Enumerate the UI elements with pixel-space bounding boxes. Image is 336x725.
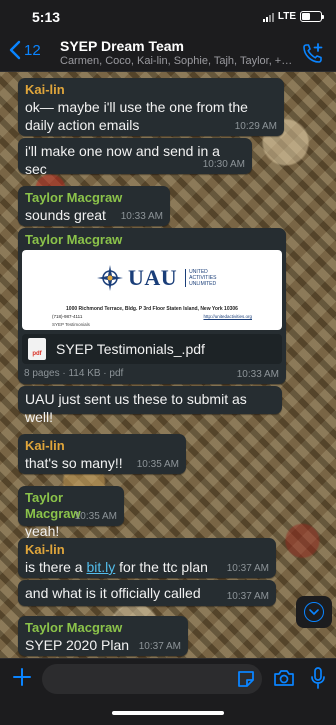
signal-icon	[262, 12, 274, 22]
chat-info[interactable]: SYEP Dream Team Carmen, Coco, Kai-lin, S…	[60, 38, 294, 67]
message-sender: Kai-lin	[25, 438, 65, 453]
message-time: 10:35 AM	[136, 459, 179, 470]
message-bubble[interactable]: Kai-lin that's so many!! 10:35 AM	[18, 434, 186, 474]
uau-logo: UAU UNITED ACTIVITIES UNLIMITED	[96, 264, 216, 292]
document-meta: 8 pages · 114 KB · pdf	[24, 368, 124, 379]
message-sender: Kai-lin	[25, 82, 65, 97]
message-time: 10:33 AM	[120, 211, 163, 222]
status-time: 5:13	[32, 9, 61, 25]
document-preview[interactable]: UAU UNITED ACTIVITIES UNLIMITED 1000 Ric…	[22, 250, 282, 330]
scroll-to-bottom-button[interactable]	[296, 596, 332, 628]
document-caption: SYEP Testimonials	[52, 322, 90, 327]
message-bubble[interactable]: Taylor Macgraw SYEP 2020 Plan 10:37 AM	[18, 616, 188, 656]
back-button[interactable]: 12	[8, 40, 41, 60]
message-time: 10:30 AM	[202, 159, 245, 170]
status-indicators: LTE	[262, 11, 324, 22]
message-time: 10:29 AM	[234, 121, 277, 132]
message-sender: Taylor Macgraw	[25, 232, 123, 247]
message-time: 10:37 AM	[226, 591, 269, 602]
document-contact: (718)-987-4111 http://unitedactivities.o…	[52, 314, 252, 319]
document-address: 1000 Richmond Terrace, Bldg. P 3rd Floor…	[66, 306, 238, 312]
network-label: LTE	[277, 11, 296, 22]
message-bubble[interactable]: Kai-lin ok— maybe i'll use the one from …	[18, 78, 284, 136]
status-bar: 5:13 LTE	[0, 0, 336, 34]
message-time: 10:33 AM	[236, 369, 279, 380]
unread-count: 12	[24, 41, 41, 59]
plus-icon[interactable]	[12, 667, 32, 687]
chat-background: Kai-lin ok— maybe i'll use the one from …	[0, 72, 336, 658]
message-bubble[interactable]: Kai-lin is there a bit.ly for the ttc pl…	[18, 538, 276, 578]
chevron-left-icon	[9, 40, 21, 60]
sticker-icon[interactable]	[236, 669, 256, 689]
message-time: 10:35 AM	[74, 511, 117, 522]
chat-header: 12 SYEP Dream Team Carmen, Coco, Kai-lin…	[0, 34, 336, 72]
microphone-icon[interactable]	[310, 666, 326, 690]
home-indicator	[112, 711, 224, 715]
bitly-link[interactable]: bit.ly	[86, 559, 115, 575]
message-text: ok— maybe i'll use the one from the dail…	[25, 99, 248, 133]
message-text: UAU just sent us these to submit as well…	[25, 391, 247, 425]
message-sender: Taylor Macgraw	[25, 190, 123, 205]
message-bubble[interactable]: i'll make one now and send in a sec 10:3…	[18, 138, 252, 177]
document-file-row[interactable]: pdf SYEP Testimonials_.pdf	[22, 334, 282, 364]
chat-participants: Carmen, Coco, Kai-lin, Sophie, Tajh, Tay…	[60, 55, 294, 67]
chat-title: SYEP Dream Team	[60, 38, 184, 54]
message-bubble[interactable]: Taylor Macgraw sounds great 10:33 AM	[18, 186, 170, 226]
phone-plus-icon[interactable]	[302, 42, 324, 64]
battery-icon	[300, 11, 324, 22]
document-name: SYEP Testimonials_.pdf	[56, 341, 205, 357]
message-sender: Taylor Macgraw	[25, 620, 123, 635]
document-message[interactable]: Taylor Macgraw UAU UNITED ACTIVITIES UNL…	[18, 228, 286, 384]
message-time: 10:37 AM	[226, 563, 269, 574]
pdf-icon: pdf	[28, 338, 46, 360]
message-time: 10:37 AM	[138, 641, 181, 652]
message-sender: Kai-lin	[25, 542, 65, 557]
chevron-down-icon	[304, 602, 324, 622]
message-bubble[interactable]: Taylor Macgraw yeah! 10:35 AM	[18, 486, 124, 539]
message-bubble[interactable]: UAU just sent us these to submit as well…	[18, 386, 282, 425]
message-input[interactable]	[42, 664, 262, 694]
compass-logo-icon	[97, 265, 123, 291]
camera-icon[interactable]	[273, 668, 295, 688]
message-bubble[interactable]: and what is it officially called 10:37 A…	[18, 580, 276, 606]
